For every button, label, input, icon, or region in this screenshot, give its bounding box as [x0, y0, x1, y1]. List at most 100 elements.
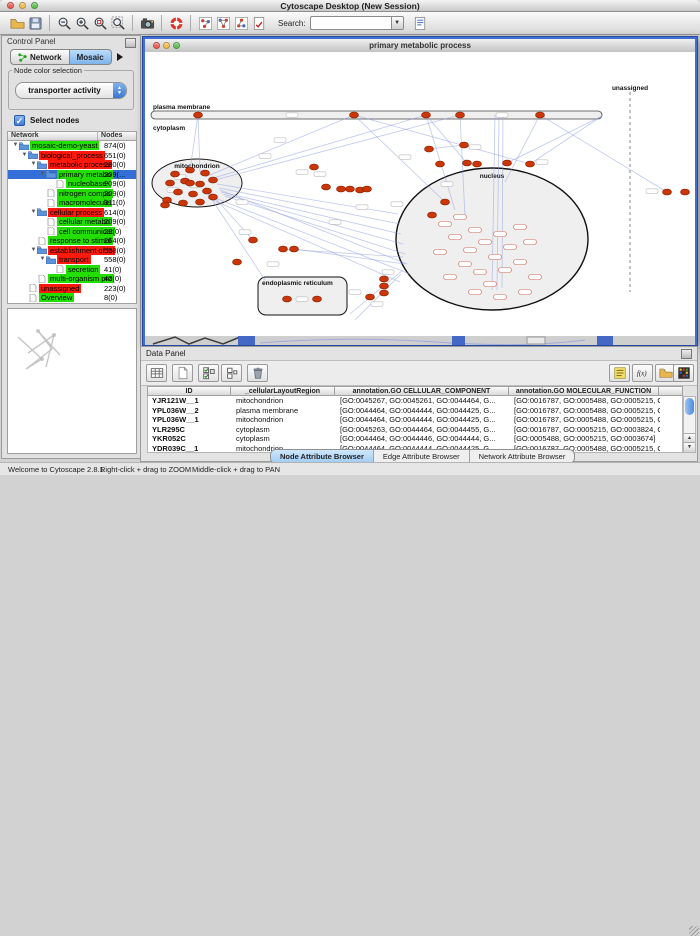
table-cell[interactable]: mitochondrion: [232, 415, 336, 424]
open-session-button[interactable]: [8, 14, 26, 32]
graph-node[interactable]: [456, 112, 465, 118]
graph-node[interactable]: [189, 191, 198, 197]
tree-expander-icon[interactable]: ▼: [30, 247, 37, 254]
table-cell[interactable]: [GO:0016787, GO:0005488, GO:0005215, G..…: [510, 415, 660, 424]
graph-node[interactable]: [681, 189, 690, 195]
app-titlebar[interactable]: Cytoscape Desktop (New Session): [0, 0, 700, 12]
help-button[interactable]: [167, 14, 185, 32]
data-panel-float-icon[interactable]: [681, 349, 692, 359]
table-scrollbar[interactable]: ▲ ▼: [683, 396, 696, 453]
table-cell[interactable]: YKR052C: [148, 434, 232, 443]
table-cell[interactable]: YDR039C__1: [148, 444, 232, 453]
tree-expander-icon[interactable]: ▼: [39, 256, 46, 263]
graph-node[interactable]: [503, 160, 512, 166]
table-cell[interactable]: [GO:0016787, GO:0005215, GO:0003824, G..…: [510, 425, 660, 434]
tree-item-overview[interactable]: Overview8(0): [8, 293, 136, 303]
snapshot-button[interactable]: [138, 14, 156, 32]
tree-expander-icon[interactable]: ▼: [12, 142, 19, 149]
network-window-titlebar[interactable]: primary metabolic process: [145, 39, 695, 53]
tree-col-network[interactable]: Network: [8, 132, 98, 140]
table-header-1[interactable]: _cellularLayoutRegion: [231, 386, 335, 396]
attribute-matrix-button[interactable]: [673, 364, 694, 382]
table-header-id[interactable]: ID: [147, 386, 231, 396]
tab-mosaic[interactable]: Mosaic: [69, 49, 112, 65]
tree-item-response-to-stimul[interactable]: response to stimul264(0): [8, 236, 136, 246]
table-cell[interactable]: [GO:0016787, GO:0005488, GO:0005215, G..…: [510, 396, 660, 405]
birdseye-view-panel[interactable]: [7, 308, 137, 454]
tree-item-cellular-metabo[interactable]: cellular metabo209(0): [8, 217, 136, 227]
float-panel-icon[interactable]: [125, 38, 136, 48]
tree-item-secretion[interactable]: secretion41(0): [8, 265, 136, 275]
graph-node[interactable]: [350, 112, 359, 118]
graph-node[interactable]: [249, 237, 258, 243]
graph-node[interactable]: [366, 294, 375, 300]
tree-item-cell-communicat[interactable]: cell communicat22(0): [8, 227, 136, 237]
graph-node[interactable]: [441, 199, 450, 205]
tree-item-macromolecule[interactable]: macromolecule311(0): [8, 198, 136, 208]
graph-node[interactable]: [171, 171, 180, 177]
table-cell[interactable]: [GO:0005488, GO:0005215, GO:0003674]: [510, 434, 660, 443]
tree-item-transport[interactable]: ▼transport558(0): [8, 255, 136, 265]
table-cell[interactable]: [GO:0045267, GO:0045261, GO:0044464, G..…: [336, 396, 510, 405]
graph-node[interactable]: [380, 283, 389, 289]
table-cell[interactable]: [GO:0045263, GO:0044464, GO:0044455, G..…: [336, 425, 510, 434]
search-input[interactable]: [310, 16, 391, 30]
graph-node[interactable]: [473, 161, 482, 167]
graph-node[interactable]: [425, 146, 434, 152]
graph-node[interactable]: [460, 142, 469, 148]
attribute-list-button[interactable]: [609, 364, 630, 382]
table-cell[interactable]: YPL036W__2: [148, 406, 232, 415]
table-cell[interactable]: [GO:0044464, GO:0044446, GO:0044444, G..…: [336, 434, 510, 443]
tree-item-primary-metabo[interactable]: ▼primary metabo209(...: [8, 170, 136, 180]
zoom-out-button[interactable]: [55, 14, 73, 32]
tree-expander-icon[interactable]: ▼: [39, 171, 46, 178]
unselect-attributes-button[interactable]: [221, 364, 242, 382]
graph-node[interactable]: [186, 167, 195, 173]
zoom-in-button[interactable]: [73, 14, 91, 32]
table-cell[interactable]: cytoplasm: [232, 434, 336, 443]
graph-node[interactable]: [536, 112, 545, 118]
select-nodes-checkbox[interactable]: ✓: [14, 115, 25, 126]
table-cell[interactable]: [GO:0044464, GO:0044444, GO:0044425, G..…: [336, 406, 510, 415]
graph-node[interactable]: [174, 189, 183, 195]
tree-item-biological-process[interactable]: ▼biological_process651(0): [8, 151, 136, 161]
graph-node[interactable]: [201, 170, 210, 176]
table-header-3[interactable]: annotation.GO MOLECULAR_FUNCTION: [509, 386, 659, 396]
report-button[interactable]: [412, 14, 430, 32]
search-dropdown-arrow-icon[interactable]: ▼: [391, 16, 404, 30]
tree-expander-icon[interactable]: ▼: [21, 152, 28, 159]
app-resize-grip-icon[interactable]: [689, 926, 699, 936]
graph-node[interactable]: [310, 164, 319, 170]
table-cell[interactable]: [GO:0016787, GO:0005488, GO:0005215, G..…: [510, 406, 660, 415]
table-cell[interactable]: YPL036W__1: [148, 415, 232, 424]
tree-item-nucleobase-[interactable]: nucleobase-209(0): [8, 179, 136, 189]
graph-node[interactable]: [166, 180, 175, 186]
graph-node[interactable]: [279, 246, 288, 252]
graph-node[interactable]: [194, 112, 203, 118]
tree-item-establishment-of-lo[interactable]: ▼establishment of lo558(0): [8, 246, 136, 256]
zoom-selected-button[interactable]: [91, 14, 109, 32]
attribute-grid-button[interactable]: [146, 364, 167, 382]
graph-node[interactable]: [209, 177, 218, 183]
new-attribute-button[interactable]: [172, 364, 193, 382]
tree-expander-icon[interactable]: ▼: [30, 161, 37, 168]
graph-node[interactable]: [283, 296, 292, 302]
table-row[interactable]: YPL036W__1mitochondrion[GO:0044464, GO:0…: [148, 415, 682, 425]
graph-node[interactable]: [161, 202, 170, 208]
formula-builder-button[interactable]: f(x): [632, 364, 653, 382]
table-header-empty[interactable]: [659, 386, 683, 396]
vizmapper-button[interactable]: [214, 14, 232, 32]
save-session-button[interactable]: [26, 14, 44, 32]
tree-item-metabolic-process[interactable]: ▼metabolic process280(0): [8, 160, 136, 170]
table-row[interactable]: YJR121W__1mitochondrion[GO:0045267, GO:0…: [148, 396, 682, 406]
graph-node[interactable]: [233, 259, 242, 265]
annotation-button[interactable]: [196, 14, 214, 32]
graph-node[interactable]: [186, 180, 195, 186]
graph-node[interactable]: [436, 161, 445, 167]
graph-node[interactable]: [313, 296, 322, 302]
tree-item-unassigned[interactable]: unassigned223(0): [8, 284, 136, 294]
tab-network[interactable]: Network: [10, 49, 69, 65]
graph-node[interactable]: [663, 189, 672, 195]
graph-node[interactable]: [422, 112, 431, 118]
node-color-dropdown[interactable]: transporter activity ▲▼: [15, 82, 127, 99]
